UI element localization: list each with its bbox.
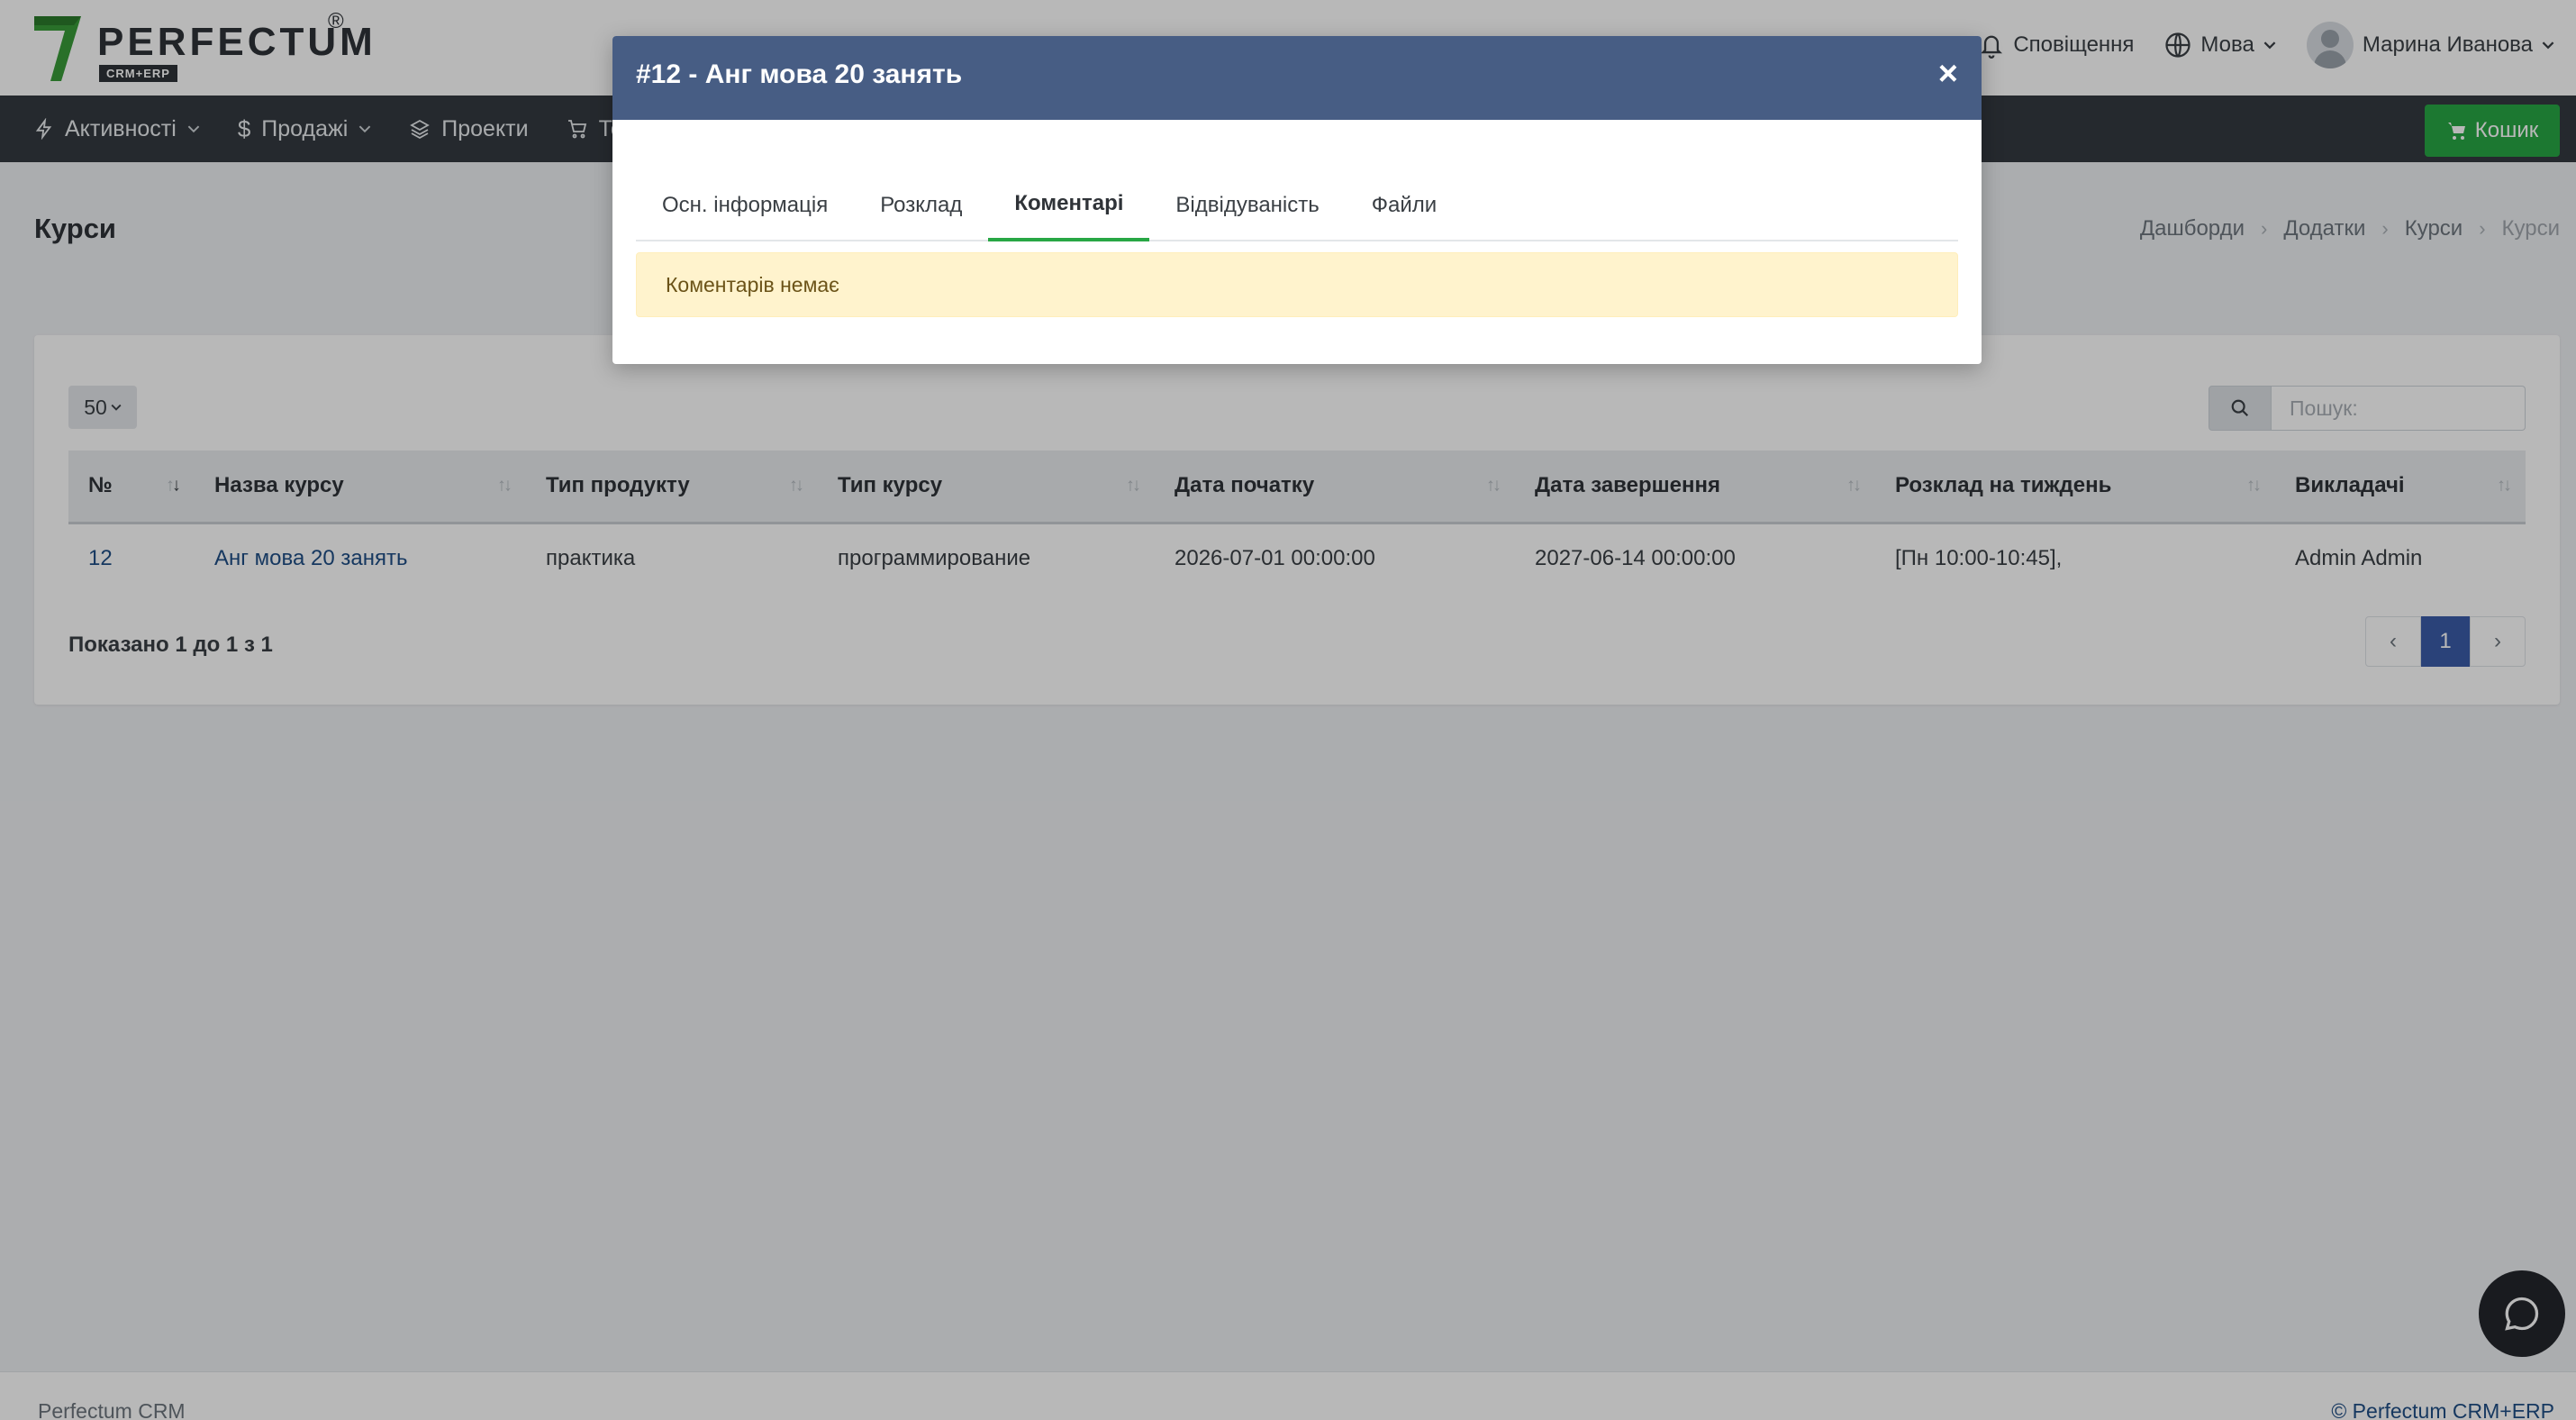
- tab-schedule[interactable]: Розклад: [854, 169, 988, 241]
- modal-header: #12 - Анг мова 20 занять ×: [612, 36, 1982, 120]
- tab-comments[interactable]: Коментарі: [988, 169, 1150, 241]
- modal-tabs: Осн. інформація Розклад Коментарі Відвід…: [636, 169, 1958, 241]
- close-icon[interactable]: ×: [1938, 56, 1958, 92]
- course-details-modal: #12 - Анг мова 20 занять × Осн. інформац…: [612, 36, 1982, 364]
- no-comments-alert: Коментарів немає: [636, 252, 1958, 317]
- modal-title: #12 - Анг мова 20 занять: [636, 59, 963, 89]
- tab-main-info[interactable]: Осн. інформація: [636, 169, 854, 241]
- tab-attendance[interactable]: Відвідуваність: [1149, 169, 1345, 241]
- tab-files[interactable]: Файли: [1346, 169, 1463, 241]
